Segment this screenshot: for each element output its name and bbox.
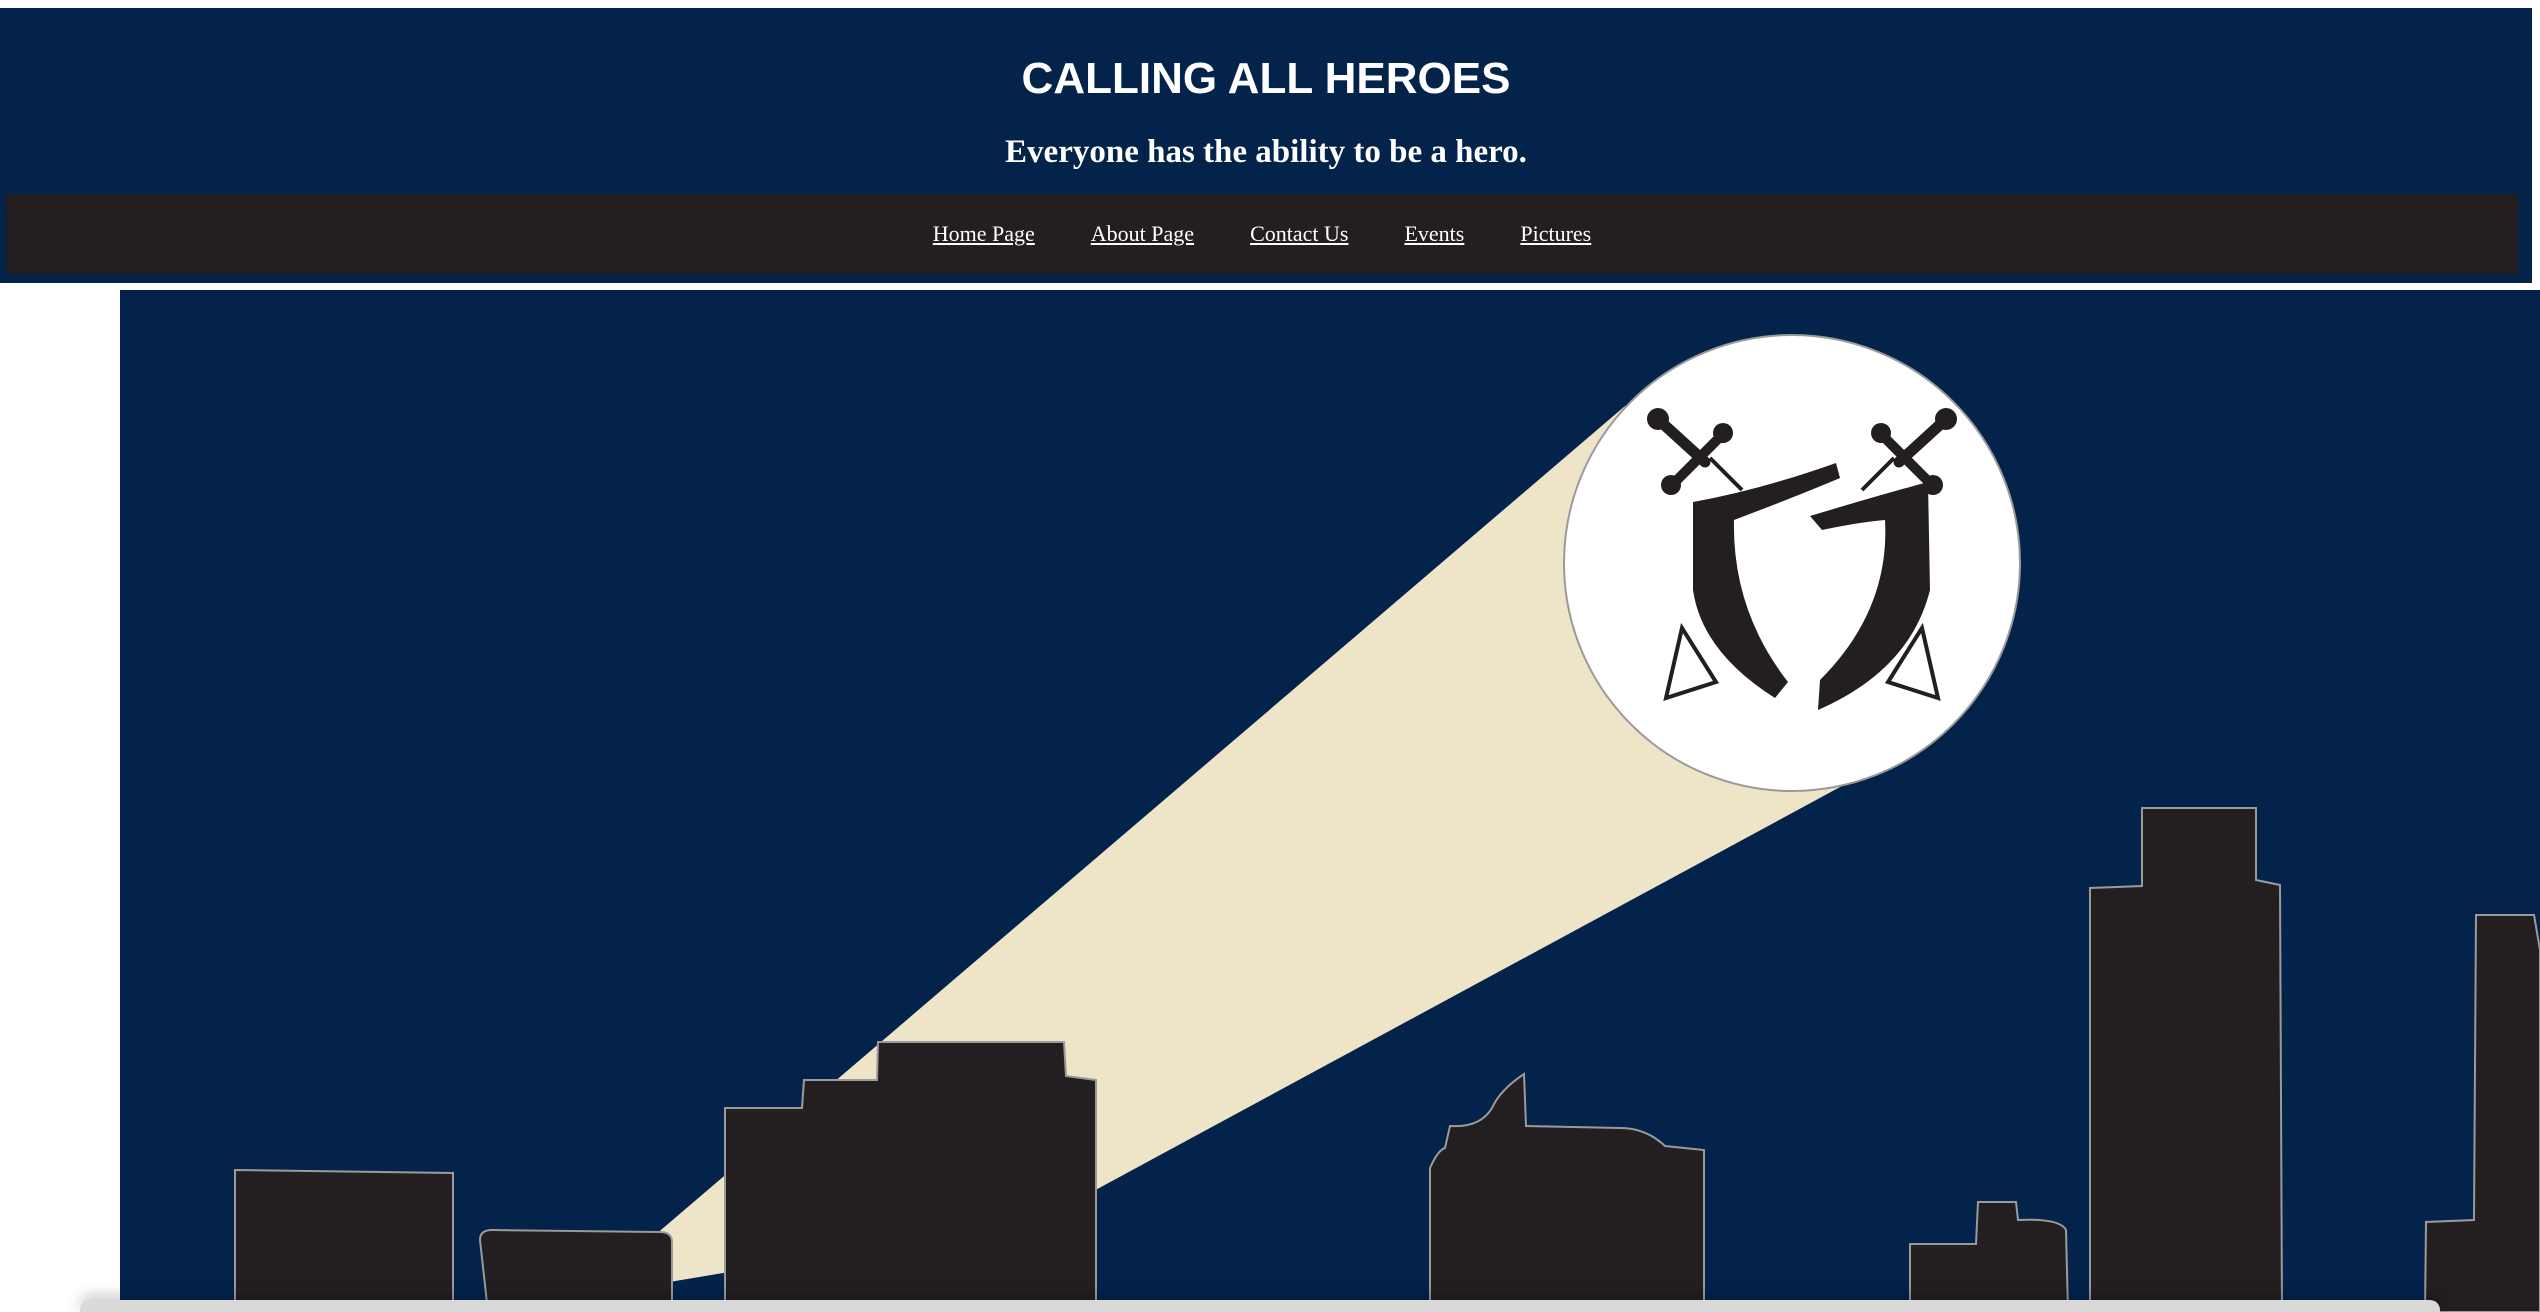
building-1	[234, 1168, 454, 1312]
nav-events-link[interactable]: Events	[1404, 221, 1464, 247]
window-bottom-edge	[80, 1300, 2440, 1312]
building-6	[2089, 807, 2284, 1312]
nav-contact-us-link[interactable]: Contact Us	[1250, 221, 1348, 247]
site-header: CALLING ALL HEROES Everyone has the abil…	[0, 8, 2532, 283]
hero-banner	[120, 290, 2540, 1312]
main-nav: Home Page About Page Contact Us Events P…	[6, 194, 2518, 274]
nav-pictures-link[interactable]: Pictures	[1520, 221, 1591, 247]
nav-about-page-link[interactable]: About Page	[1091, 221, 1194, 247]
site-title: CALLING ALL HEROES	[1021, 54, 1511, 103]
building-5	[1909, 1201, 2070, 1312]
building-4	[1429, 1072, 1705, 1312]
nav-home-page-link[interactable]: Home Page	[933, 221, 1035, 247]
building-3	[724, 1041, 1097, 1312]
hero-skyline-illustration	[234, 334, 2540, 1312]
site-tagline: Everyone has the ability to be a hero.	[1005, 134, 1527, 170]
spotlight-circle	[1563, 334, 2021, 792]
building-7	[2423, 914, 2540, 1312]
